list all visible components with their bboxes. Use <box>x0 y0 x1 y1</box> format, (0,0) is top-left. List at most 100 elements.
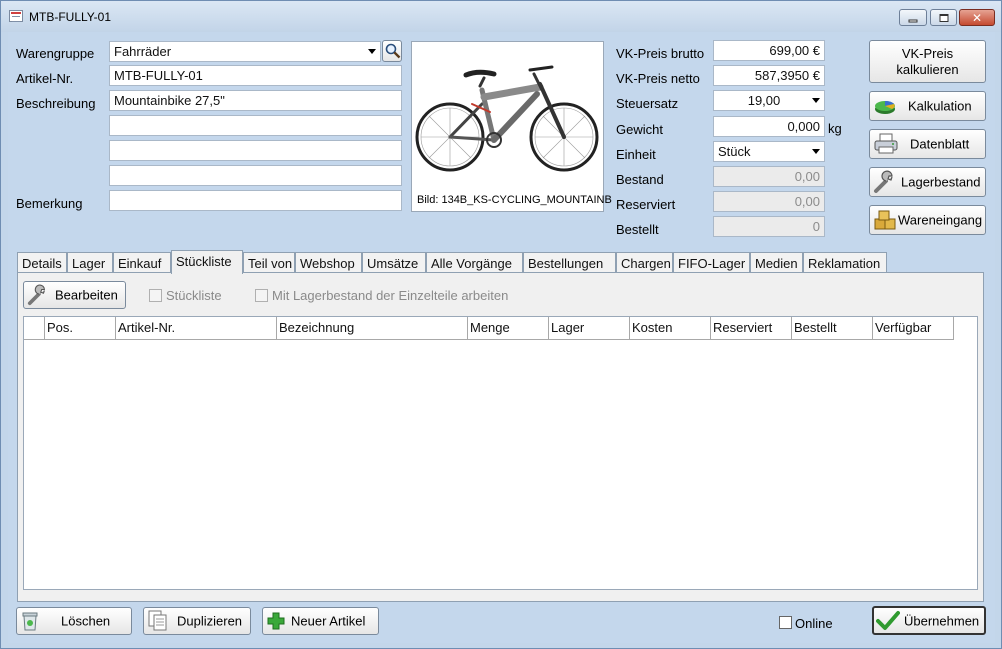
copy-icon <box>148 610 167 631</box>
search-icon <box>385 43 401 59</box>
wareneingang-label: Wareneingang <box>898 212 983 228</box>
plus-icon <box>267 612 285 630</box>
tab-stueckliste[interactable]: Stückliste <box>171 250 243 274</box>
chevron-down-icon <box>368 49 376 54</box>
artikelnr-field[interactable]: MTB-FULLY-01 <box>109 65 402 86</box>
lagerbestand-einzelteile-label: Mit Lagerbestand der Einzelteile arbeite… <box>272 288 509 303</box>
beschreibung-label: Beschreibung <box>16 96 96 111</box>
loeschen-button[interactable]: Löschen <box>16 607 132 635</box>
article-window: MTB-FULLY-01 ✕ Warengruppe Artikel-Nr. B… <box>0 0 1002 649</box>
bearbeiten-button[interactable]: Bearbeiten <box>23 281 126 309</box>
gewicht-label: Gewicht <box>616 122 663 137</box>
wrench-icon <box>27 284 45 306</box>
kalkulation-button[interactable]: Kalkulation <box>869 91 986 121</box>
bemerkung-label: Bemerkung <box>16 196 83 211</box>
tab-webshop[interactable]: Webshop <box>295 252 362 273</box>
warengruppe-search-button[interactable] <box>382 40 402 62</box>
warengruppe-value: Fahrräder <box>114 44 172 59</box>
bicycle-image <box>415 65 599 172</box>
vk-netto-field[interactable]: 587,3950 € <box>713 65 825 86</box>
product-image-box[interactable]: Bild: 134B_KS-CYCLING_MOUNTAINB <box>411 41 612 212</box>
minimize-button[interactable] <box>899 9 927 26</box>
beschreibung-line-4[interactable] <box>109 165 402 186</box>
boxes-icon <box>874 210 896 230</box>
online-checkbox[interactable] <box>779 616 792 629</box>
pie-chart-icon <box>875 101 895 114</box>
column-header-bezeichnung[interactable]: Bezeichnung <box>277 317 468 340</box>
reserviert-field: 0,00 <box>713 191 825 212</box>
vk-brutto-label: VK-Preis brutto <box>616 46 705 61</box>
bestellt-field: 0 <box>713 216 825 237</box>
tab-reklamation[interactable]: Reklamation <box>803 252 887 273</box>
tab-lager[interactable]: Lager <box>67 252 113 273</box>
column-header-lager[interactable]: Lager <box>549 317 630 340</box>
vk-preis-kalkulieren-button[interactable]: VK-Preis kalkulieren <box>869 40 986 83</box>
lagerbestand-label: Lagerbestand <box>901 174 981 190</box>
stueckliste-table[interactable]: Pos. Artikel-Nr. Bezeichnung Menge Lager… <box>23 316 978 590</box>
vk-brutto-field[interactable]: 699,00 € <box>713 40 825 61</box>
wrench-icon <box>874 170 893 193</box>
neuer-artikel-button[interactable]: Neuer Artikel <box>262 607 379 635</box>
column-header-kosten[interactable]: Kosten <box>630 317 711 340</box>
reserviert-label: Reserviert <box>616 197 676 212</box>
trash-icon <box>22 612 38 631</box>
bestand-field: 0,00 <box>713 166 825 187</box>
tab-einkauf[interactable]: Einkauf <box>113 252 171 273</box>
artikelnr-label: Artikel-Nr. <box>16 71 74 86</box>
duplizieren-label: Duplizieren <box>177 613 243 629</box>
vk-kalkulieren-line2: kalkulieren <box>896 61 959 77</box>
image-caption: Bild: 134B_KS-CYCLING_MOUNTAINB <box>417 194 612 206</box>
tab-fifo-lager[interactable]: FIFO-Lager <box>673 252 750 273</box>
loeschen-label: Löschen <box>61 613 111 629</box>
tab-medien[interactable]: Medien <box>750 252 803 273</box>
column-header-artikelnr[interactable]: Artikel-Nr. <box>116 317 277 340</box>
chevron-down-icon <box>812 149 820 154</box>
neuer-artikel-label: Neuer Artikel <box>291 613 366 629</box>
bestand-label: Bestand <box>616 172 664 187</box>
column-header-menge[interactable]: Menge <box>468 317 549 340</box>
tab-bestellungen[interactable]: Bestellungen <box>523 252 616 273</box>
column-header-reserviert[interactable]: Reserviert <box>711 317 792 340</box>
column-header-verfuegbar[interactable]: Verfügbar <box>873 317 954 340</box>
beschreibung-line-2[interactable] <box>109 115 402 136</box>
column-header-bestellt[interactable]: Bestellt <box>792 317 873 340</box>
einheit-label: Einheit <box>616 147 656 162</box>
datenblatt-button[interactable]: Datenblatt <box>869 129 986 159</box>
vk-netto-label: VK-Preis netto <box>616 71 700 86</box>
tab-chargen[interactable]: Chargen <box>616 252 673 273</box>
uebernehmen-button[interactable]: Übernehmen <box>872 606 986 635</box>
beschreibung-field[interactable]: Mountainbike 27,5" <box>109 90 402 111</box>
tab-teil-von[interactable]: Teil von <box>243 252 295 273</box>
gewicht-field[interactable]: 0,000 <box>713 116 825 137</box>
close-icon: ✕ <box>971 10 983 25</box>
form-area: Warengruppe Artikel-Nr. Beschreibung Bem… <box>8 32 995 643</box>
lagerbestand-button[interactable]: Lagerbestand <box>869 167 986 197</box>
beschreibung-line-3[interactable] <box>109 140 402 161</box>
maximize-icon <box>939 13 948 22</box>
printer-icon <box>874 133 898 154</box>
steuersatz-select[interactable]: 19,00 <box>713 90 825 111</box>
lagerbestand-einzelteile-checkbox[interactable] <box>255 289 268 302</box>
online-label: Online <box>795 616 833 631</box>
steuersatz-label: Steuersatz <box>616 96 679 111</box>
bestellt-label: Bestellt <box>616 222 659 237</box>
warengruppe-select[interactable]: Fahrräder <box>109 41 381 62</box>
wareneingang-button[interactable]: Wareneingang <box>869 205 986 235</box>
close-button[interactable]: ✕ <box>959 9 995 26</box>
tab-umsaetze[interactable]: Umsätze <box>362 252 426 273</box>
minimize-icon <box>908 19 918 22</box>
gewicht-unit: kg <box>828 121 842 136</box>
title-bar[interactable]: MTB-FULLY-01 ✕ <box>1 1 1001 32</box>
column-header-pos[interactable]: Pos. <box>45 317 116 340</box>
stueckliste-checkbox[interactable] <box>149 289 162 302</box>
table-header-indicator <box>24 317 45 340</box>
einheit-value: Stück <box>718 144 751 159</box>
tab-details[interactable]: Details <box>17 252 67 273</box>
duplizieren-button[interactable]: Duplizieren <box>143 607 251 635</box>
einheit-select[interactable]: Stück <box>713 141 825 162</box>
bemerkung-field[interactable] <box>109 190 402 211</box>
stueckliste-panel: Bearbeiten Stückliste Mit Lagerbestand d… <box>17 272 984 602</box>
maximize-button[interactable] <box>930 9 957 26</box>
checkmark-icon <box>876 611 900 630</box>
tab-alle-vorgaenge[interactable]: Alle Vorgänge <box>426 252 523 273</box>
